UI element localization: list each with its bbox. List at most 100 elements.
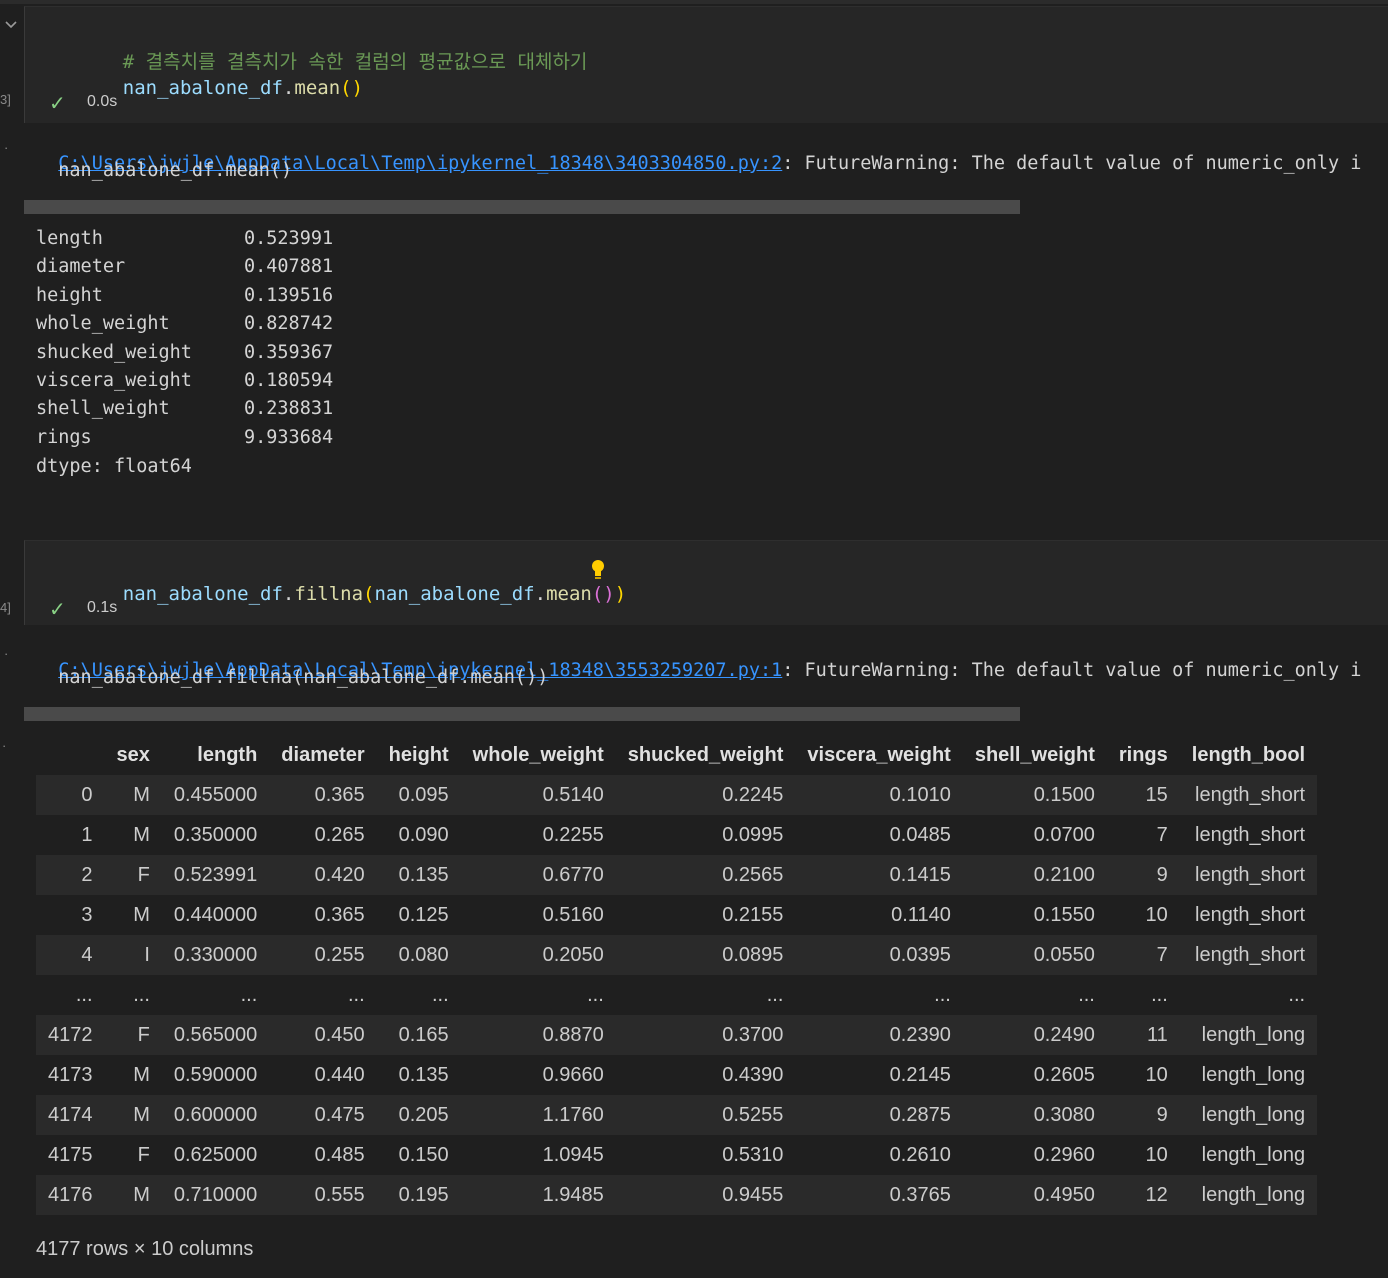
code-cell-1[interactable]: # 결측치를 결측치가 속한 컬럼의 평균값으로 대체하기 nan_abalon… — [24, 6, 1388, 123]
column-header: height — [376, 735, 461, 775]
table-cell: 10 — [1106, 1135, 1180, 1175]
table-cell: 0.9660 — [460, 1055, 616, 1095]
table-cell: 11 — [1106, 1015, 1180, 1055]
table-cell: M — [104, 1055, 162, 1095]
table-cell: 0.2610 — [795, 1135, 963, 1175]
code-variable: nan_abalone_df — [122, 583, 283, 605]
table-cell: 0.2390 — [795, 1015, 963, 1055]
table-cell: ... — [615, 975, 796, 1015]
table-cell: 0.3080 — [962, 1095, 1107, 1135]
table-cell: 0.330000 — [161, 935, 270, 975]
table-cell: 0.450 — [269, 1015, 377, 1055]
code-cell-2[interactable]: nan_abalone_df.fillna(nan_abalone_df.mea… — [24, 540, 1388, 625]
table-cell: F — [104, 855, 162, 895]
table-row: 4173 M 0.590000 0.440 0.135 0.9660 0.4390 0.214… — [36, 1055, 1318, 1095]
table-cell: 7 — [1106, 935, 1180, 975]
column-header: length_bool — [1179, 735, 1318, 775]
table-cell: 9 — [1106, 1095, 1180, 1135]
table-cell: 0.135 — [376, 855, 461, 895]
code-parens: () — [340, 77, 364, 99]
table-cell: 0.2605 — [962, 1055, 1107, 1095]
row-index: 4172 — [36, 1015, 105, 1055]
series-dtype: dtype: float64 — [36, 456, 192, 477]
table-cell: 0.3765 — [795, 1175, 963, 1215]
table-cell: 0.5255 — [615, 1095, 796, 1135]
table-cell: 0.0995 — [615, 815, 796, 855]
series-name: diameter — [36, 256, 126, 278]
column-header: shucked_weight — [615, 735, 796, 775]
table-cell: 0.6770 — [460, 855, 616, 895]
execution-count: 3] — [0, 92, 11, 107]
output-collapse-dot[interactable]: · — [2, 738, 6, 753]
table-cell: 0.080 — [376, 935, 461, 975]
row-index: 4175 — [36, 1135, 105, 1175]
output-collapse-dot[interactable]: · — [4, 140, 8, 155]
table-cell: 0.165 — [376, 1015, 461, 1055]
series-name: shell_weight — [36, 398, 170, 420]
table-cell: 0.2245 — [615, 775, 796, 815]
table-cell: 0.205 — [376, 1095, 461, 1135]
table-cell: 0.0395 — [795, 935, 963, 975]
table-cell: 0.0485 — [795, 815, 963, 855]
row-index: 4176 — [36, 1175, 105, 1215]
table-cell: length_long — [1179, 1135, 1318, 1175]
table-cell: 0.350000 — [161, 815, 270, 855]
table-cell: 0.4950 — [962, 1175, 1107, 1215]
table-cell: 0.2565 — [615, 855, 796, 895]
column-header: diameter — [269, 735, 377, 775]
table-header-row: sex length diameter height whole_weight shuck… — [36, 735, 1318, 775]
column-header: length — [161, 735, 270, 775]
row-index: 2 — [36, 855, 105, 895]
table-cell: 0.125 — [376, 895, 461, 935]
table-cell: 10 — [1106, 1055, 1180, 1095]
table-cell: 0.440000 — [161, 895, 270, 935]
table-row: 3 M 0.440000 0.365 0.125 0.5160 0.2155 0.1140 0.… — [36, 895, 1318, 935]
table-cell: M — [104, 775, 162, 815]
output-collapse-dot[interactable]: · — [4, 646, 8, 661]
table-cell: length_short — [1179, 815, 1318, 855]
row-index: 0 — [36, 775, 105, 815]
code-method: mean — [546, 583, 592, 605]
table-cell: 0.1550 — [962, 895, 1107, 935]
table-cell: 0.1140 — [795, 895, 963, 935]
output-horizontal-scrollbar[interactable] — [24, 707, 1020, 721]
table-cell: length_long — [1179, 1175, 1318, 1215]
series-value: 0.828742 — [244, 313, 334, 335]
table-cell: 0.440 — [269, 1055, 377, 1095]
row-index: 1 — [36, 815, 105, 855]
table-cell: 7 — [1106, 815, 1180, 855]
column-header: whole_weight — [460, 735, 616, 775]
table-cell: 0.365 — [269, 775, 377, 815]
chevron-down-icon[interactable] — [4, 18, 18, 32]
table-cell: length_short — [1179, 775, 1318, 815]
series-name: viscera_weight — [36, 370, 192, 391]
dataframe-shape: 4177 rows × 10 columns — [36, 1238, 254, 1260]
table-cell: ... — [376, 975, 461, 1015]
table-cell: length_long — [1179, 1055, 1318, 1095]
table-row: 4175 F 0.625000 0.485 0.150 1.0945 0.5310 0.261… — [36, 1135, 1318, 1175]
table-cell: 0.2875 — [795, 1095, 963, 1135]
execution-count: 4] — [0, 600, 11, 615]
table-cell: 0.265 — [269, 815, 377, 855]
table-cell: 0.555 — [269, 1175, 377, 1215]
code-method: mean — [294, 77, 341, 99]
output-horizontal-scrollbar[interactable] — [24, 200, 1020, 214]
table-row: 4172 F 0.565000 0.450 0.165 0.8870 0.3700 0.239… — [36, 1015, 1318, 1055]
table-cell: 0.0895 — [615, 935, 796, 975]
table-cell: 0.1415 — [795, 855, 963, 895]
row-index: 4173 — [36, 1055, 105, 1095]
series-value: 0.523991 — [244, 228, 334, 249]
table-cell: 0.2050 — [460, 935, 616, 975]
column-header: shell_weight — [962, 735, 1107, 775]
table-cell: 9 — [1106, 855, 1180, 895]
row-index: 4 — [36, 935, 105, 975]
table-row: 0 M 0.455000 0.365 0.095 0.5140 0.2245 0.1010 0.… — [36, 775, 1318, 815]
table-cell: 0.0550 — [962, 935, 1107, 975]
table-cell: 0.5160 — [460, 895, 616, 935]
lightbulb-icon[interactable] — [590, 558, 606, 582]
table-cell: 0.5140 — [460, 775, 616, 815]
table-cell: M — [104, 895, 162, 935]
row-index: ... — [36, 975, 105, 1015]
table-cell: ... — [962, 975, 1107, 1015]
table-cell: 0.090 — [376, 815, 461, 855]
